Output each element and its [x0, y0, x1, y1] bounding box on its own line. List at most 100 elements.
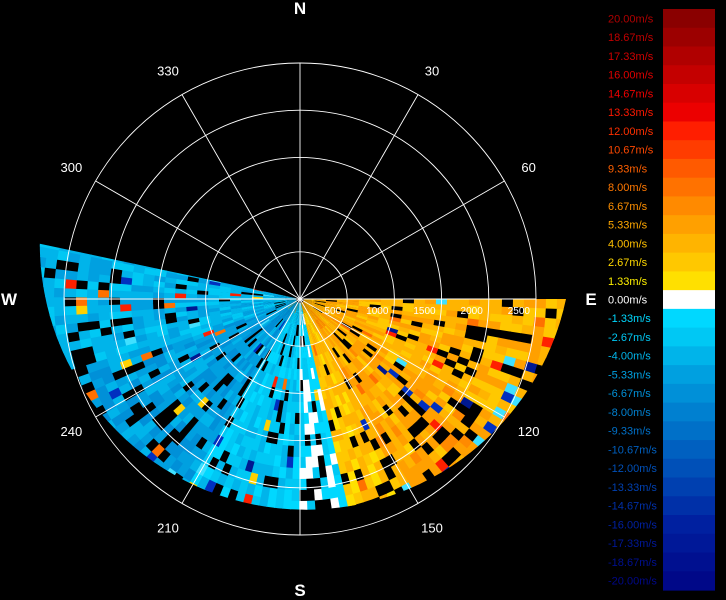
velocity-cell: [249, 540, 262, 553]
velocity-cell: [163, 297, 176, 304]
velocity-cell: [547, 357, 562, 372]
bearing-label: 60: [521, 160, 535, 175]
velocity-cell: [280, 522, 291, 534]
legend-swatch: [663, 27, 715, 48]
velocity-cell: [480, 441, 496, 457]
velocity-cell: [420, 482, 436, 498]
velocity-cell: [461, 462, 478, 478]
legend-label: 20.00m/s: [608, 13, 654, 25]
legend-label: -13.33m/s: [608, 482, 657, 494]
velocity-cell: [68, 405, 84, 421]
velocity-cell: [326, 542, 338, 555]
velocity-cell: [75, 287, 88, 298]
legend-swatch: [663, 177, 715, 198]
velocity-cell: [127, 495, 144, 510]
velocity-cell: [500, 432, 516, 449]
legend-label: -8.00m/s: [608, 407, 651, 419]
velocity-cell: [135, 501, 152, 510]
velocity-cell: [197, 537, 212, 552]
velocity-cell: [290, 512, 300, 524]
velocity-cell: [534, 299, 547, 310]
legend-label: 6.67m/s: [608, 201, 648, 213]
velocity-cell: [468, 455, 484, 472]
velocity-cell: [490, 462, 507, 479]
velocity-cell: [99, 453, 116, 470]
velocity-cell: [404, 530, 419, 545]
range-label: 1000: [366, 306, 389, 317]
velocity-cell: [230, 536, 243, 550]
velocity-cell: [313, 499, 324, 510]
velocity-cell: [64, 287, 77, 298]
velocity-cell: [193, 523, 207, 538]
velocity-cell: [307, 511, 317, 523]
velocity-cell: [97, 296, 110, 306]
velocity-cell: [308, 555, 320, 567]
velocity-cell: [206, 492, 220, 507]
velocity-cell: [43, 373, 58, 389]
velocity-cell: [263, 509, 275, 510]
velocity-cell: [148, 484, 164, 500]
velocity-cell: [128, 452, 144, 468]
velocity-cell: [134, 487, 150, 504]
velocity-cell: [330, 508, 343, 510]
legend-label: 17.33m/s: [608, 51, 654, 63]
velocity-cell: [247, 505, 259, 510]
velocity-cell: [97, 468, 114, 485]
legend-swatch: [663, 158, 715, 179]
legend-swatch: [663, 46, 715, 66]
velocity-cell: [324, 520, 335, 533]
velocity-cell: [515, 408, 531, 424]
velocity-cell: [222, 498, 235, 510]
compass-label: S: [294, 581, 305, 600]
velocity-cell: [141, 464, 157, 480]
velocity-cell: [257, 553, 270, 566]
velocity-cell: [141, 302, 154, 311]
velocity-cell: [544, 367, 559, 382]
velocity-cell: [86, 288, 99, 298]
velocity-cell: [333, 519, 345, 532]
velocity-cell: [537, 386, 553, 401]
velocity-cell: [469, 469, 486, 486]
velocity-cell: [305, 489, 315, 502]
velocity-cell: [162, 481, 178, 497]
legend-swatch: [663, 383, 715, 404]
velocity-cell: [120, 460, 137, 476]
velocity-cell: [289, 534, 300, 546]
velocity-cell: [336, 541, 349, 554]
legend-label: 12.00m/s: [608, 126, 654, 138]
velocity-cell: [126, 481, 143, 497]
velocity-cell: [349, 515, 361, 529]
velocity-cell: [424, 505, 440, 510]
velocity-cell: [130, 303, 143, 311]
legend-label: -6.67m/s: [608, 388, 651, 400]
legend-label: 8.00m/s: [608, 182, 648, 194]
velocity-cell: [433, 486, 450, 502]
velocity-cell: [97, 304, 110, 314]
velocity-cell: [141, 478, 157, 495]
legend-label: 14.67m/s: [608, 88, 654, 100]
velocity-cell: [469, 484, 486, 501]
velocity-cell: [148, 470, 164, 486]
velocity-cell: [341, 517, 353, 530]
velocity-cell: [315, 522, 326, 534]
velocity-cell: [179, 528, 194, 543]
velocity-cell: [102, 439, 118, 455]
velocity-cell: [271, 521, 282, 533]
velocity-cell: [39, 345, 50, 359]
velocity-cell: [42, 296, 55, 308]
velocity-cell: [39, 243, 51, 249]
velocity-cell: [45, 333, 59, 347]
velocity-cell: [185, 301, 198, 307]
velocity-cell: [39, 285, 44, 298]
velocity-cell: [298, 556, 309, 568]
velocity-cell: [91, 460, 108, 477]
velocity-cell: [272, 510, 282, 522]
compass-label: N: [294, 0, 306, 18]
velocity-cell: [315, 511, 325, 523]
velocity-cell: [262, 520, 273, 533]
velocity-cell: [399, 520, 414, 535]
velocity-cell: [78, 444, 95, 461]
velocity-cell: [541, 376, 556, 392]
velocity-cell: [108, 303, 121, 313]
legend-swatch: [663, 327, 715, 347]
